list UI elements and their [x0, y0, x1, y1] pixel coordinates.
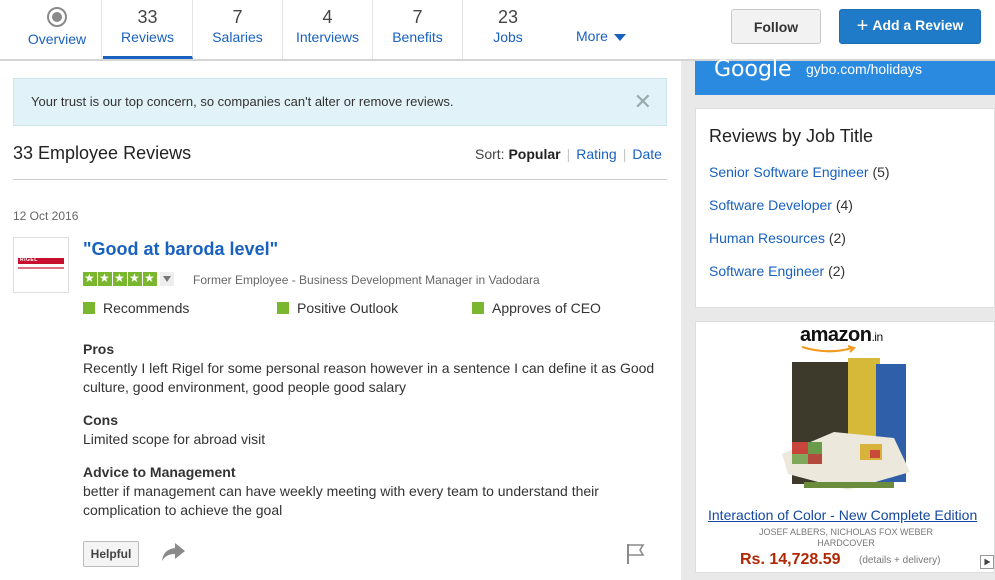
- tab-salaries-count: 7: [232, 7, 243, 27]
- job-title-count: (2): [828, 230, 846, 246]
- job-title-count: (4): [835, 197, 853, 213]
- job-title-count: (5): [872, 164, 890, 180]
- tab-jobs-label: Jobs: [493, 29, 523, 45]
- tab-interviews-count: 4: [322, 7, 333, 27]
- green-square-icon: [472, 302, 484, 314]
- pros-text: Recently I left Rigel for some personal …: [83, 360, 655, 395]
- amazon-ad[interactable]: amazon.in Interaction of Color - New Com…: [695, 321, 995, 573]
- job-title-item: Human Resources (2): [709, 230, 846, 246]
- tab-overview-label: Overview: [27, 31, 87, 47]
- tab-overview[interactable]: Overview: [13, 0, 102, 59]
- more-menu[interactable]: More: [576, 28, 626, 44]
- google-ad-url: gybo.com/holidays: [806, 61, 922, 77]
- advice-heading: Advice to Management: [83, 464, 236, 480]
- sort-separator: |: [566, 146, 571, 162]
- amazon-brand: amazon: [800, 324, 872, 346]
- tab-jobs[interactable]: 23 Jobs: [463, 0, 553, 59]
- tab-reviews[interactable]: 33 Reviews: [103, 0, 193, 59]
- reviews-heading: 33 Employee Reviews: [13, 143, 192, 163]
- chevron-down-icon: [613, 33, 626, 41]
- cons-heading: Cons: [83, 412, 118, 428]
- cons-text: Limited scope for abroad visit: [83, 431, 266, 447]
- overview-icon: [47, 7, 67, 27]
- company-logo-line: [18, 267, 64, 269]
- job-title-link[interactable]: Senior Software Engineer: [709, 164, 869, 180]
- sort-controls: Sort: Popular | Rating | Date: [475, 146, 662, 162]
- star-rating: [83, 271, 174, 286]
- tab-salaries[interactable]: 7 Salaries: [193, 0, 283, 59]
- star-icon: [128, 271, 142, 286]
- tab-reviews-count: 33: [137, 7, 158, 27]
- flag-icon[interactable]: [625, 543, 647, 565]
- more-label: More: [576, 28, 608, 44]
- pros-heading: Pros: [83, 341, 115, 357]
- tab-benefits-count: 7: [412, 7, 423, 27]
- add-review-button[interactable]: + Add a Review: [839, 9, 981, 44]
- trust-notice-text: Your trust is our top concern, so compan…: [31, 94, 454, 109]
- add-review-label: Add a Review: [872, 17, 964, 33]
- adchoices-icon[interactable]: [980, 555, 994, 569]
- job-title-item: Software Engineer (2): [709, 263, 845, 279]
- job-title-heading: Reviews by Job Title: [709, 126, 874, 146]
- star-icon: [113, 271, 127, 286]
- helpful-button[interactable]: Helpful: [83, 541, 139, 567]
- google-logo: Google: [714, 57, 792, 82]
- amazon-tld: .in: [871, 330, 883, 344]
- advice-text: better if management can have weekly mee…: [83, 483, 599, 518]
- job-title-item: Senior Software Engineer (5): [709, 164, 890, 180]
- sort-label: Sort:: [475, 146, 505, 162]
- green-square-icon: [277, 302, 289, 314]
- employee-meta: Former Employee - Business Development M…: [193, 273, 540, 287]
- ad-price: Rs. 14,728.59: [740, 551, 841, 568]
- share-icon[interactable]: [160, 540, 186, 564]
- flag-label: Recommends: [103, 300, 190, 316]
- star-icon: [98, 271, 112, 286]
- close-icon[interactable]: ✕: [634, 89, 652, 115]
- ad-author-line: JOSEF ALBERS, NICHOLAS FOX WEBER: [758, 527, 934, 537]
- sort-separator: |: [622, 146, 627, 162]
- ad-details-link[interactable]: (details + delivery): [859, 555, 940, 566]
- follow-button[interactable]: Follow: [731, 9, 821, 44]
- job-title-link[interactable]: Human Resources: [709, 230, 825, 246]
- review-date: 12 Oct 2016: [13, 209, 79, 223]
- green-square-icon: [83, 302, 95, 314]
- company-logo-text: RIGEL: [20, 257, 38, 263]
- flag-recommends: Recommends: [83, 300, 189, 316]
- company-nav-bar: Overview 33 Reviews 7 Salaries 4 Intervi…: [0, 0, 995, 61]
- job-title-item: Software Developer (4): [709, 197, 853, 213]
- book-cover-image: [782, 358, 910, 490]
- flag-positive-outlook: Positive Outlook: [277, 300, 398, 316]
- ad-product-title[interactable]: Interaction of Color - New Complete Edit…: [708, 507, 977, 523]
- ad-author: JOSEF ALBERS, NICHOLAS FOX WEBER HARDCOV…: [696, 527, 995, 549]
- reviews-by-job-title: Reviews by Job Title Senior Software Eng…: [695, 108, 995, 308]
- tab-reviews-label: Reviews: [121, 29, 174, 45]
- star-icon: [143, 271, 157, 286]
- flag-approves-ceo: Approves of CEO: [472, 300, 601, 316]
- job-title-link[interactable]: Software Developer: [709, 197, 832, 213]
- ad-format-line: HARDCOVER: [817, 538, 875, 548]
- google-ad-banner[interactable]: Google gybo.com/holidays: [695, 57, 995, 95]
- tab-jobs-count: 23: [497, 7, 519, 27]
- sort-option-popular[interactable]: Popular: [508, 146, 560, 162]
- flag-label: Positive Outlook: [297, 300, 399, 316]
- job-title-link[interactable]: Software Engineer: [709, 263, 824, 279]
- amazon-logo: amazon.in: [800, 324, 883, 347]
- star-icon: [83, 271, 97, 286]
- tab-salaries-label: Salaries: [212, 29, 263, 45]
- job-title-count: (2): [828, 263, 846, 279]
- rating-dropdown-icon[interactable]: [160, 272, 174, 286]
- plus-icon: +: [856, 15, 869, 37]
- tab-benefits-label: Benefits: [392, 29, 443, 45]
- tab-benefits[interactable]: 7 Benefits: [373, 0, 463, 59]
- company-logo[interactable]: RIGEL: [13, 237, 69, 293]
- tab-interviews[interactable]: 4 Interviews: [283, 0, 373, 59]
- sort-option-date[interactable]: Date: [632, 146, 662, 162]
- divider: [13, 179, 667, 180]
- review-title[interactable]: "Good at baroda level": [83, 239, 278, 260]
- tab-interviews-label: Interviews: [295, 29, 360, 45]
- flag-label: Approves of CEO: [492, 300, 601, 316]
- trust-notice: Your trust is our top concern, so compan…: [13, 78, 667, 126]
- amazon-smile-icon: [801, 345, 856, 353]
- sort-option-rating[interactable]: Rating: [576, 146, 616, 162]
